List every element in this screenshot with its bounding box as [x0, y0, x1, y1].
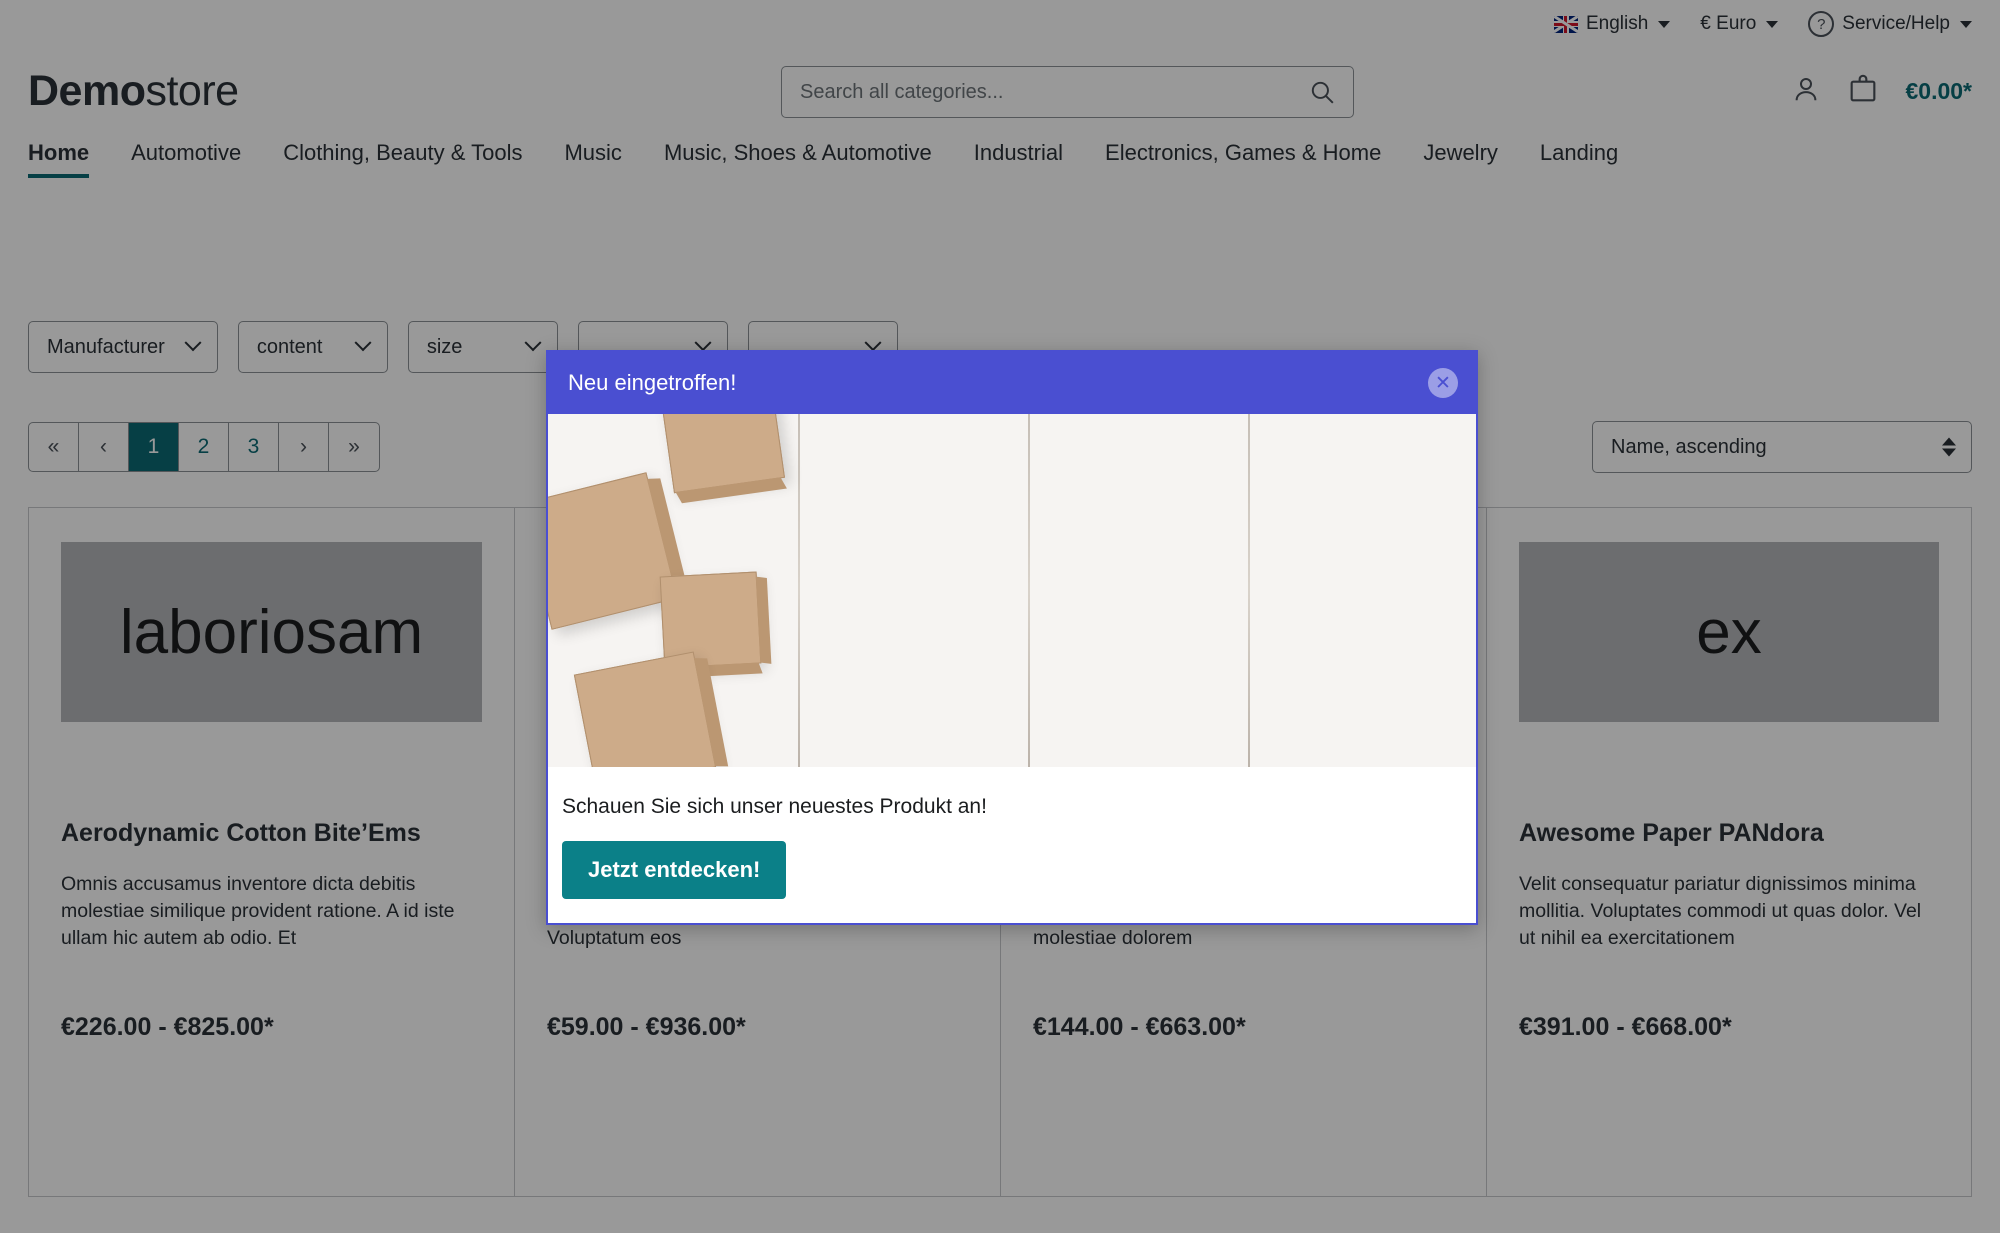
- modal-header: Neu eingetroffen! ✕: [548, 352, 1476, 414]
- modal-message: Schauen Sie sich unser neuestes Produkt …: [562, 795, 987, 818]
- cardboard-box: [659, 414, 787, 504]
- modal-image: [548, 414, 1476, 767]
- discover-now-button[interactable]: Jetzt entdecken!: [562, 841, 787, 899]
- modal-title: Neu eingetroffen!: [568, 370, 737, 395]
- modal-body: Schauen Sie sich unser neuestes Produkt …: [548, 767, 1476, 923]
- new-arrival-modal: Neu eingetroffen! ✕ Schauen Sie sich uns…: [546, 350, 1478, 925]
- close-icon[interactable]: ✕: [1428, 368, 1458, 398]
